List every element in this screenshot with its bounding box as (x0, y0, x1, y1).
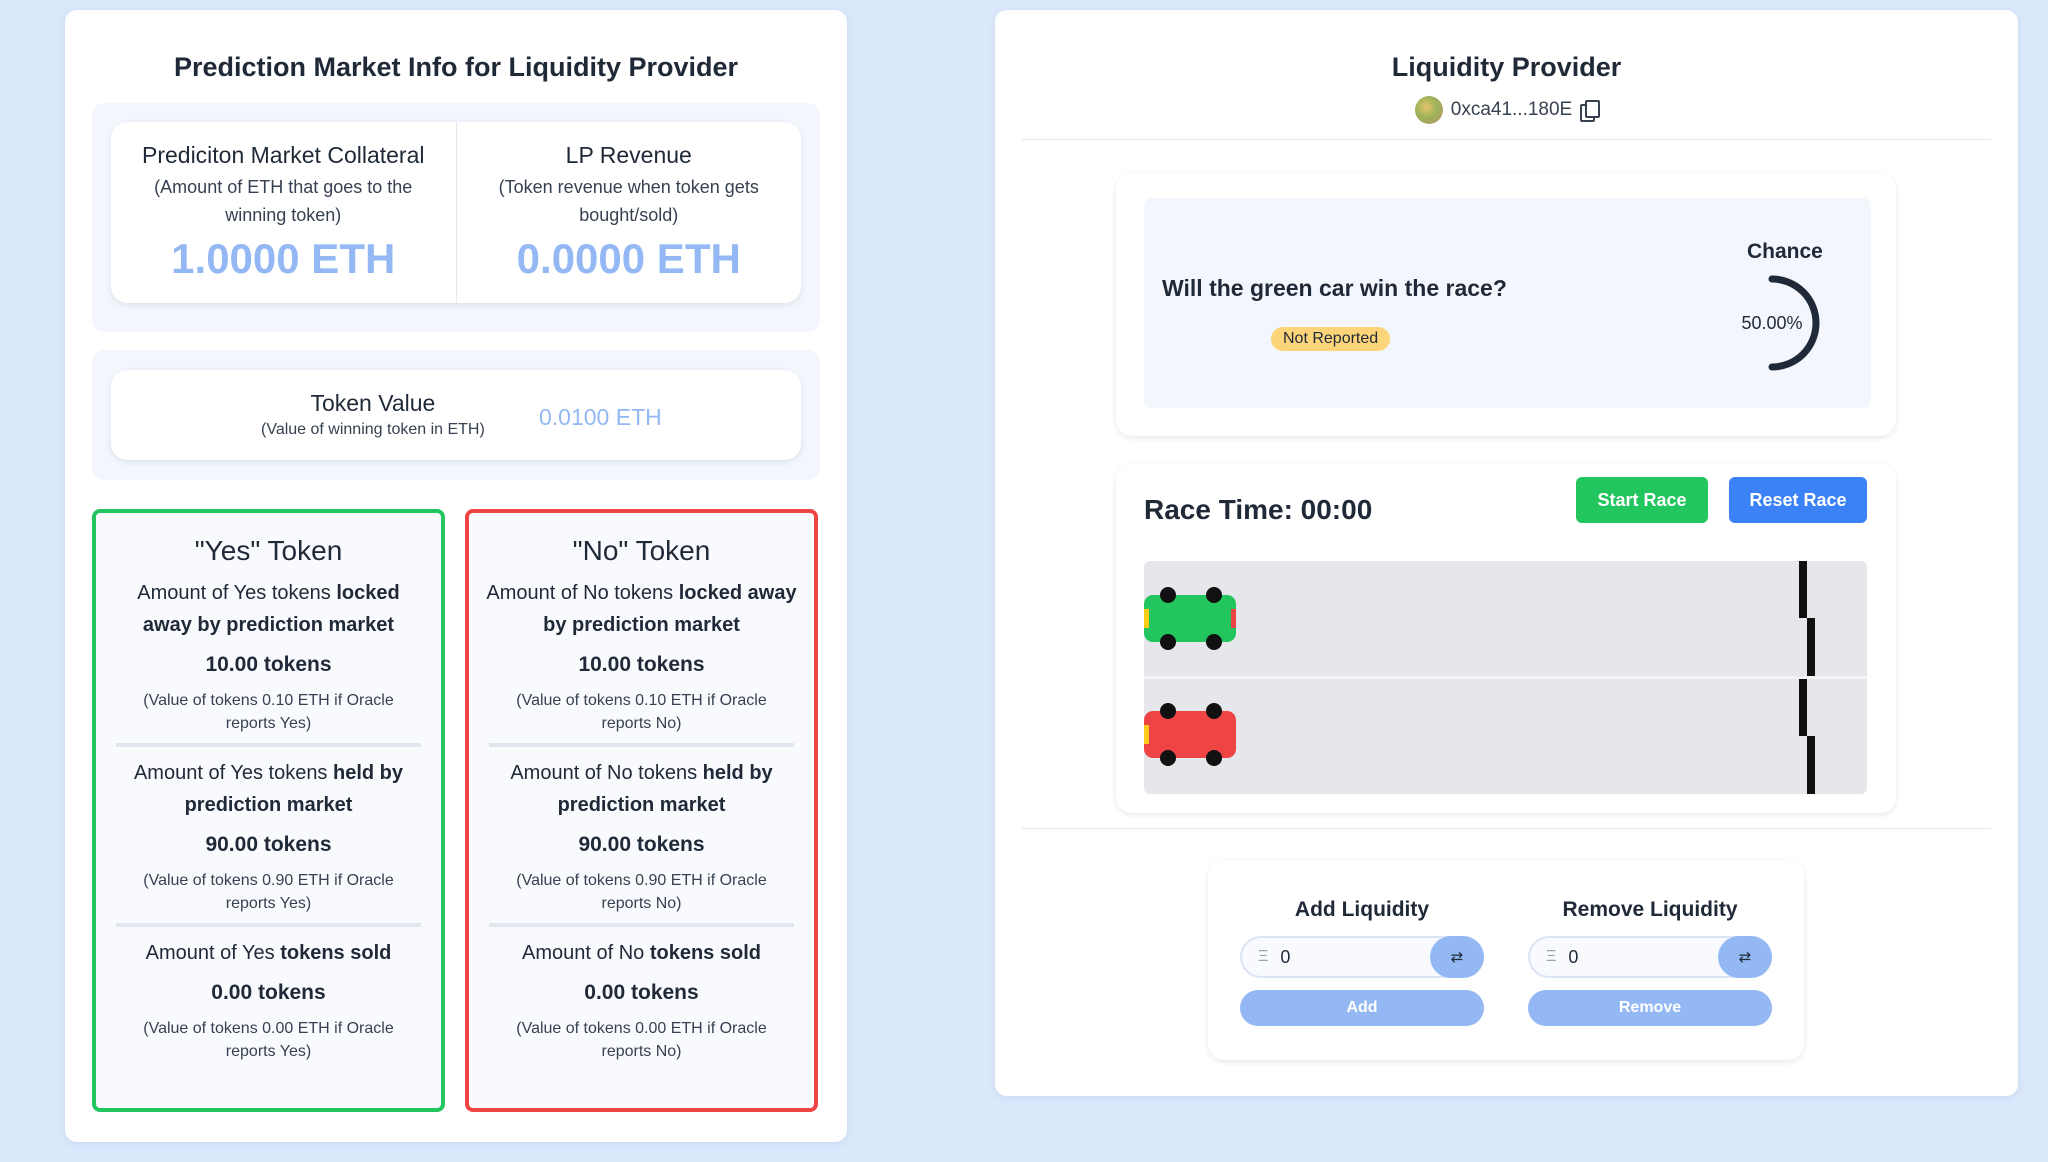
swap-icon[interactable]: ⇄ (1718, 936, 1772, 978)
token-value-card: Token Value (Value of winning token in E… (111, 370, 801, 460)
divider (116, 743, 421, 747)
add-liquidity-input[interactable]: Ξ 0 ⇄ (1240, 936, 1484, 978)
divider (116, 923, 421, 927)
token-value-well: Token Value (Value of winning token in E… (92, 350, 820, 480)
collateral-desc: (Amount of ETH that goes to the winning … (154, 177, 413, 225)
liquidity-card: Add Liquidity Ξ 0 ⇄ Add Remove Liquidity… (1208, 860, 1804, 1060)
stats-well: Prediciton Market Collateral (Amount of … (92, 103, 820, 332)
collateral-stat: Prediciton Market Collateral (Amount of … (111, 122, 456, 303)
no-locked-label: Amount of No tokens locked away by predi… (486, 582, 797, 636)
remove-liquidity-value: 0 (1568, 946, 1579, 967)
no-locked-amount: 10.00 tokens (578, 653, 705, 676)
lp-revenue-value: 0.0000 ETH (516, 235, 741, 282)
collateral-title: Prediciton Market Collateral (141, 142, 425, 168)
liquidity-provider-panel: Liquidity Provider 0xca41...180E Will th… (995, 10, 2018, 1096)
yes-locked-amount: 10.00 tokens (205, 653, 332, 676)
race-car (1144, 587, 1236, 650)
chance-value: 50.00% (1741, 313, 1802, 333)
collateral-value: 1.0000 ETH (171, 235, 396, 282)
account-address-row: 0xca41...180E (995, 96, 2018, 124)
market-card: Will the green car win the race? Not Rep… (1116, 173, 1896, 436)
no-sold-amount: 0.00 tokens (584, 981, 699, 1004)
liquidity-provider-title: Liquidity Provider (1391, 52, 1622, 82)
divider (489, 743, 794, 747)
add-liquidity-title: Add Liquidity (1294, 898, 1430, 921)
token-value-amount: 0.0100 ETH (539, 404, 662, 430)
no-token-box: "No" Token Amount of No tokens locked aw… (465, 509, 818, 1112)
stats-card: Prediciton Market Collateral (Amount of … (111, 122, 801, 303)
account-address: 0xca41...180E (1450, 99, 1573, 120)
race-time: Race Time: 00:00 (1144, 494, 1373, 525)
race-car (1144, 703, 1236, 766)
copy-icon[interactable] (1580, 100, 1601, 122)
race-track-canvas (1144, 561, 1815, 794)
lp-revenue-title: LP Revenue (565, 142, 692, 168)
reset-race-button[interactable]: Reset Race (1729, 477, 1867, 523)
yes-sold-note: (Value of tokens 0.00 ETH if Oracle repo… (143, 1020, 394, 1060)
eth-icon: Ξ (1546, 948, 1557, 965)
market-question: Will the green car win the race? (1162, 275, 1507, 301)
yes-token-title: "Yes" Token (194, 535, 343, 566)
yes-token-box: "Yes" Token Amount of Yes tokens locked … (92, 509, 445, 1112)
token-value-desc: (Value of winning token in ETH) (261, 421, 485, 438)
chance-label: Chance (1747, 240, 1823, 263)
divider (489, 923, 794, 927)
eth-icon: Ξ (1258, 948, 1269, 965)
no-held-amount: 90.00 tokens (578, 833, 705, 856)
no-locked-note: (Value of tokens 0.10 ETH if Oracle repo… (516, 692, 767, 732)
add-liquidity-value: 0 (1280, 946, 1291, 967)
remove-button[interactable]: Remove (1528, 990, 1772, 1026)
no-token-title: "No" Token (572, 535, 711, 566)
yes-sold-label: Amount of Yes tokens sold (145, 942, 392, 964)
remove-liquidity-input[interactable]: Ξ 0 ⇄ (1528, 936, 1772, 978)
divider (1022, 828, 1991, 829)
swap-icon[interactable]: ⇄ (1430, 936, 1484, 978)
add-button[interactable]: Add (1240, 990, 1484, 1026)
yes-sold-amount: 0.00 tokens (211, 981, 326, 1004)
add-liquidity-section: Add Liquidity Ξ 0 ⇄ Add (1240, 898, 1484, 1026)
yes-locked-note: (Value of tokens 0.10 ETH if Oracle repo… (143, 692, 394, 732)
finish-line (1799, 561, 1815, 794)
yes-held-note: (Value of tokens 0.90 ETH if Oracle repo… (143, 872, 394, 912)
start-race-button[interactable]: Start Race (1576, 477, 1708, 523)
status-badge: Not Reported (1271, 327, 1391, 351)
yes-held-label: Amount of Yes tokens held by prediction … (133, 762, 404, 816)
lp-revenue-stat: LP Revenue (Token revenue when token get… (455, 122, 802, 303)
race-track (1144, 561, 1867, 794)
no-held-label: Amount of No tokens held by prediction m… (510, 762, 773, 816)
no-held-note: (Value of tokens 0.90 ETH if Oracle repo… (516, 872, 767, 912)
lp-revenue-desc: (Token revenue when token gets bought/so… (498, 177, 759, 225)
yes-held-amount: 90.00 tokens (205, 833, 332, 856)
chance-gauge: 50.00% (1741, 275, 1820, 371)
no-sold-label: Amount of No tokens sold (522, 942, 761, 964)
remove-liquidity-title: Remove Liquidity (1562, 898, 1738, 921)
market-info-panel: Prediction Market Info for Liquidity Pro… (65, 10, 847, 1142)
no-sold-note: (Value of tokens 0.00 ETH if Oracle repo… (516, 1020, 767, 1060)
market-question-box: Will the green car win the race? Not Rep… (1144, 198, 1871, 408)
remove-liquidity-section: Remove Liquidity Ξ 0 ⇄ Remove (1528, 898, 1772, 1026)
yes-locked-label: Amount of Yes tokens locked away by pred… (137, 582, 400, 636)
market-info-title: Prediction Market Info for Liquidity Pro… (173, 52, 739, 82)
token-value-title: Token Value (310, 390, 436, 416)
avatar (1414, 96, 1443, 124)
race-card: Race Time: 00:00 Start Race Reset Race (1116, 463, 1896, 813)
divider (1022, 139, 1991, 140)
